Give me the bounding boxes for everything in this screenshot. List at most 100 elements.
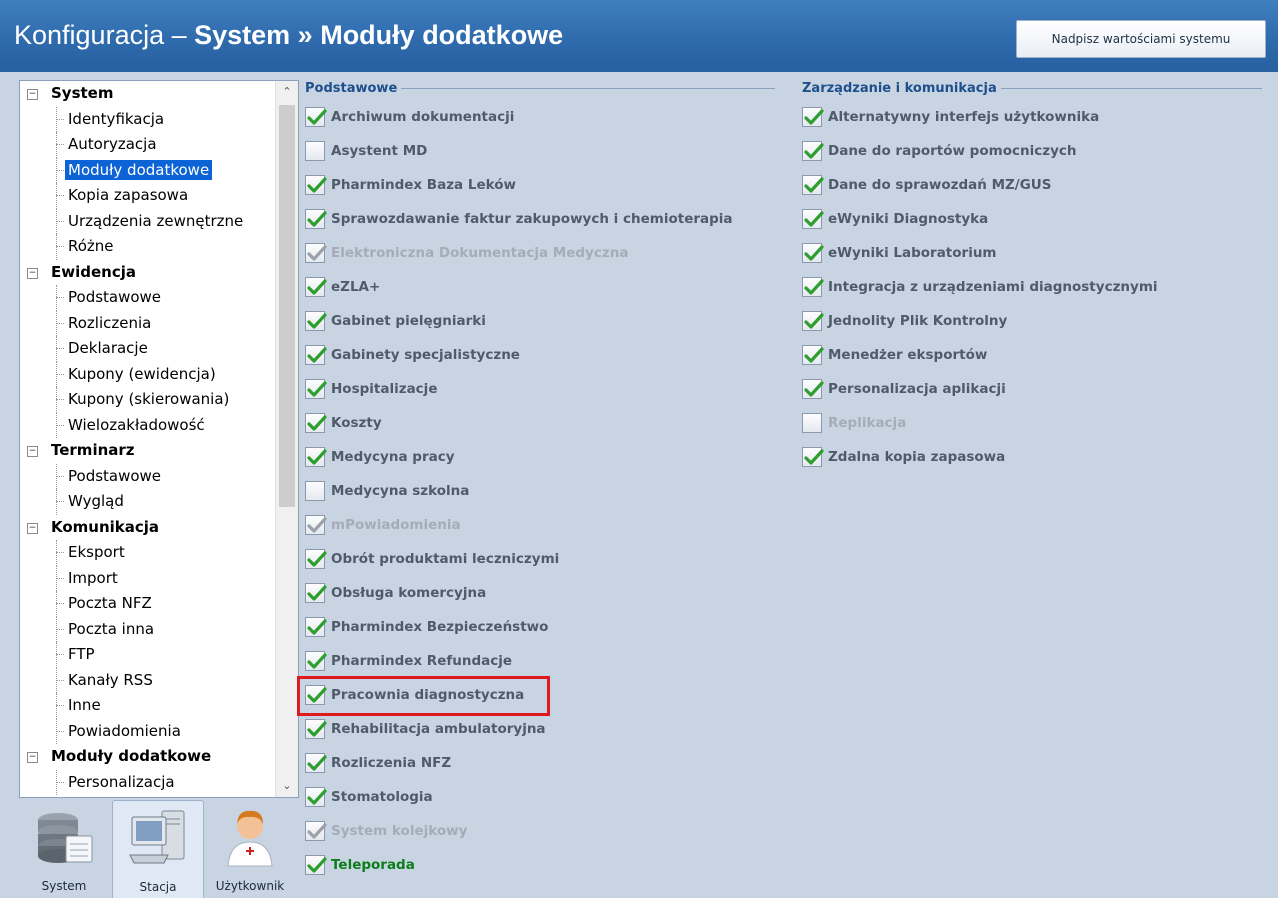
checkbox-unchecked[interactable] <box>305 141 325 161</box>
tree-item-poczta-inna[interactable]: Poczta inna <box>20 616 275 642</box>
module-menedzer-eksportow[interactable]: Menedżer eksportów <box>802 340 987 370</box>
collapse-icon[interactable]: − <box>27 752 38 763</box>
tree-item-kopia-zapasowa[interactable]: Kopia zapasowa <box>20 183 275 209</box>
tree-item-urzadzenia-zewnetrzne[interactable]: Urządzenia zewnętrzne <box>20 208 275 234</box>
module-pharmindex-baza-lekow[interactable]: Pharmindex Baza Leków <box>305 170 516 200</box>
scroll-down-icon[interactable]: ⌄ <box>276 775 298 797</box>
checkbox-checked[interactable] <box>305 175 327 195</box>
tree-item-wyglad[interactable]: Wygląd <box>20 489 275 515</box>
tree-item-kupony-skierowania[interactable]: Kupony (skierowania) <box>20 387 275 413</box>
tree-item-podstawowe[interactable]: Podstawowe <box>20 285 275 311</box>
module-jednolity-plik-kontrolny[interactable]: Jednolity Plik Kontrolny <box>802 306 1007 336</box>
module-dane-do-sprawozdan-mz-gus[interactable]: Dane do sprawozdań MZ/GUS <box>802 170 1052 200</box>
module-rozliczenia-nfz[interactable]: Rozliczenia NFZ <box>305 748 451 778</box>
tree-item-rozne[interactable]: Różne <box>20 234 275 260</box>
module-teleporada[interactable]: Teleporada <box>305 850 415 880</box>
tree-item-inne[interactable]: Inne <box>20 693 275 719</box>
module-gabinet-pielegniarki[interactable]: Gabinet pielęgniarki <box>305 306 486 336</box>
tree-item-podstawowe[interactable]: Podstawowe <box>20 463 275 489</box>
module-personalizacja-aplikacji[interactable]: Personalizacja aplikacji <box>802 374 1006 404</box>
checkbox-checked[interactable] <box>305 549 327 569</box>
checkbox-checked[interactable] <box>305 379 327 399</box>
checkbox-checked[interactable] <box>802 243 824 263</box>
module-stomatologia[interactable]: Stomatologia <box>305 782 433 812</box>
scroll-up-icon[interactable]: ⌃ <box>276 81 298 103</box>
collapse-icon[interactable]: − <box>27 446 38 457</box>
tree-item-rozliczenia[interactable]: Rozliczenia <box>20 310 275 336</box>
module-integracja-z-urzadzeniami-diagnostycznymi[interactable]: Integracja z urządzeniami diagnostycznym… <box>802 272 1158 302</box>
checkbox-checked[interactable] <box>305 107 327 127</box>
checkbox-checked[interactable] <box>305 753 327 773</box>
tree-item-poczta-nfz[interactable]: Poczta NFZ <box>20 591 275 617</box>
module-gabinety-specjalistyczne[interactable]: Gabinety specjalistyczne <box>305 340 520 370</box>
module-dane-do-raportow-pomocniczych[interactable]: Dane do raportów pomocniczych <box>802 136 1076 166</box>
checkbox-checked[interactable] <box>305 617 327 637</box>
tree-group-ewidencja[interactable]: − Ewidencja <box>20 260 275 286</box>
checkbox-checked[interactable] <box>802 447 824 467</box>
bottom-tab-system[interactable]: System <box>19 800 109 897</box>
module-elektroniczna-dokumentacja-medyczna[interactable]: Elektroniczna Dokumentacja Medyczna <box>305 238 628 268</box>
module-alternatywny-interfejs-uzytkownika[interactable]: Alternatywny interfejs użytkownika <box>802 102 1099 132</box>
checkbox-checked[interactable] <box>305 345 327 365</box>
tree-item-eksport[interactable]: Eksport <box>20 540 275 566</box>
checkbox-checked[interactable] <box>305 651 327 671</box>
tree-item-moduly-dodatkowe[interactable]: Moduły dodatkowe <box>20 157 275 183</box>
checkbox-checked[interactable] <box>802 209 824 229</box>
tree-item-import[interactable]: Import <box>20 565 275 591</box>
tree-group-terminarz[interactable]: − Terminarz <box>20 438 275 464</box>
module-pharmindex-refundacje[interactable]: Pharmindex Refundacje <box>305 646 512 676</box>
module-asystent-md[interactable]: Asystent MD <box>305 136 427 166</box>
bottom-tab-uzytkownik[interactable]: Użytkownik <box>205 800 295 897</box>
module-zdalna-kopia-zapasowa[interactable]: Zdalna kopia zapasowa <box>802 442 1005 472</box>
checkbox-checked[interactable] <box>802 379 824 399</box>
collapse-icon[interactable]: − <box>27 89 38 100</box>
module-rehabilitacja-ambulatoryjna[interactable]: Rehabilitacja ambulatoryjna <box>305 714 546 744</box>
override-with-system-values-button[interactable]: Nadpisz wartościami systemu <box>1016 20 1266 58</box>
tree-item-wielozakladowosc[interactable]: Wielozakładowość <box>20 412 275 438</box>
tree-group-komunikacja[interactable]: − Komunikacja <box>20 515 275 541</box>
scroll-thumb[interactable] <box>279 105 295 507</box>
checkbox-checked[interactable] <box>802 277 824 297</box>
tree-item-powiadomienia[interactable]: Powiadomienia <box>20 718 275 744</box>
module-obrot-produktami-leczniczymi[interactable]: Obrót produktami leczniczymi <box>305 544 559 574</box>
module-sprawozdawanie-faktur-zakupowych-i-chemioterapia[interactable]: Sprawozdawanie faktur zakupowych i chemi… <box>305 204 733 234</box>
module-medycyna-szkolna[interactable]: Medycyna szkolna <box>305 476 469 506</box>
checkbox-checked[interactable] <box>305 311 327 331</box>
checkbox-checked[interactable] <box>802 141 824 161</box>
checkbox-checked[interactable] <box>305 447 327 467</box>
tree-item-kanaly-rss[interactable]: Kanały RSS <box>20 667 275 693</box>
bottom-tab-stacja[interactable]: Stacja <box>112 800 204 898</box>
tree-item-ftp[interactable]: FTP <box>20 642 275 668</box>
checkbox-checked[interactable] <box>305 583 327 603</box>
module-system-kolejkowy[interactable]: System kolejkowy <box>305 816 467 846</box>
module-ezla[interactable]: eZLA+ <box>305 272 380 302</box>
module-ewyniki-laboratorium[interactable]: eWyniki Laboratorium <box>802 238 997 268</box>
collapse-icon[interactable]: − <box>27 522 38 534</box>
checkbox-checked[interactable] <box>802 345 824 365</box>
tree-item-personalizacja[interactable]: Personalizacja <box>20 769 275 795</box>
checkbox-unchecked[interactable] <box>305 481 325 501</box>
module-replikacja[interactable]: Replikacja <box>802 408 906 438</box>
module-hospitalizacje[interactable]: Hospitalizacje <box>305 374 437 404</box>
checkbox-checked[interactable] <box>305 787 327 807</box>
checkbox-checked[interactable] <box>305 719 327 739</box>
checkbox-checked[interactable] <box>305 209 327 229</box>
tree-scrollbar[interactable]: ⌃ ⌄ <box>275 81 298 797</box>
checkbox-checked[interactable] <box>305 277 327 297</box>
module-medycyna-pracy[interactable]: Medycyna pracy <box>305 442 455 472</box>
tree-item-identyfikacja[interactable]: Identyfikacja <box>20 106 275 132</box>
module-archiwum-dokumentacji[interactable]: Archiwum dokumentacji <box>305 102 514 132</box>
collapse-icon[interactable]: − <box>27 267 38 279</box>
checkbox-checked[interactable] <box>802 107 824 127</box>
module-ewyniki-diagnostyka[interactable]: eWyniki Diagnostyka <box>802 204 988 234</box>
tree-group-system[interactable]: − System <box>20 81 275 107</box>
module-obsluga-komercyjna[interactable]: Obsługa komercyjna <box>305 578 486 608</box>
tree-item-deklaracje[interactable]: Deklaracje <box>20 336 275 362</box>
tree-group-moduly-dodatkowe[interactable]: − Moduły dodatkowe <box>20 744 275 770</box>
tree-item-autoryzacja[interactable]: Autoryzacja <box>20 132 275 158</box>
module-mpowiadomienia[interactable]: mPowiadomienia <box>305 510 461 540</box>
checkbox-checked[interactable] <box>305 413 327 433</box>
tree-item-kupony-ewidencja[interactable]: Kupony (ewidencja) <box>20 361 275 387</box>
checkbox-checked[interactable] <box>802 311 824 331</box>
checkbox-checked[interactable] <box>802 175 824 195</box>
